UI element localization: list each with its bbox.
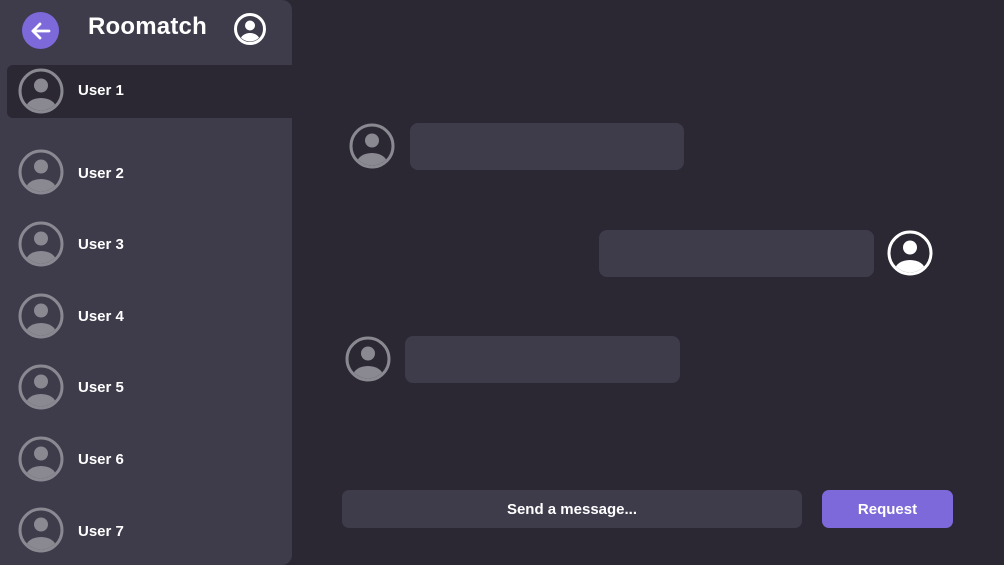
user-circle-icon <box>233 12 267 51</box>
message-bubble-received <box>410 123 684 170</box>
request-button[interactable]: Request <box>822 490 953 528</box>
user-avatar-icon <box>18 507 64 553</box>
user-avatar-icon <box>18 293 64 339</box>
user-avatar-icon <box>349 123 395 169</box>
user-list-item-7[interactable]: User 7 <box>0 495 292 565</box>
user-list-item-3[interactable]: User 3 <box>0 208 292 280</box>
user-list-item-5[interactable]: User 5 <box>0 351 292 423</box>
user-avatar-icon <box>18 221 64 267</box>
user-list-item-4[interactable]: User 4 <box>0 280 292 352</box>
user-avatar-icon <box>18 149 64 195</box>
user-avatar-icon <box>18 436 64 482</box>
user-circle-icon <box>887 230 933 276</box>
sidebar: Roomatch User 1 User 2 User 3 User 4 Use… <box>0 0 292 565</box>
message-bubble-received <box>405 336 680 383</box>
user-name: User 4 <box>78 307 124 325</box>
message-bubble-sent <box>599 230 874 277</box>
arrow-left-icon <box>28 18 54 44</box>
message-input[interactable]: Send a message... <box>342 490 802 528</box>
user-avatar-icon <box>345 336 391 382</box>
user-name: User 6 <box>78 450 124 468</box>
user-list-item-2[interactable]: User 2 <box>0 137 292 209</box>
user-list-item-1[interactable]: User 1 <box>0 65 292 137</box>
user-name: User 1 <box>78 82 124 99</box>
user-name: User 3 <box>78 236 124 254</box>
user-avatar-icon <box>18 68 64 114</box>
profile-button[interactable] <box>233 12 267 46</box>
user-name: User 5 <box>78 379 124 397</box>
user-name: User 2 <box>78 164 124 182</box>
back-button[interactable] <box>22 12 59 49</box>
user-list-item-6[interactable]: User 6 <box>0 423 292 495</box>
user-avatar-icon <box>18 364 64 410</box>
app-title: Roomatch <box>88 13 207 40</box>
user-list: User 1 User 2 User 3 User 4 User 5 User … <box>0 65 292 565</box>
user-name: User 7 <box>78 522 124 540</box>
